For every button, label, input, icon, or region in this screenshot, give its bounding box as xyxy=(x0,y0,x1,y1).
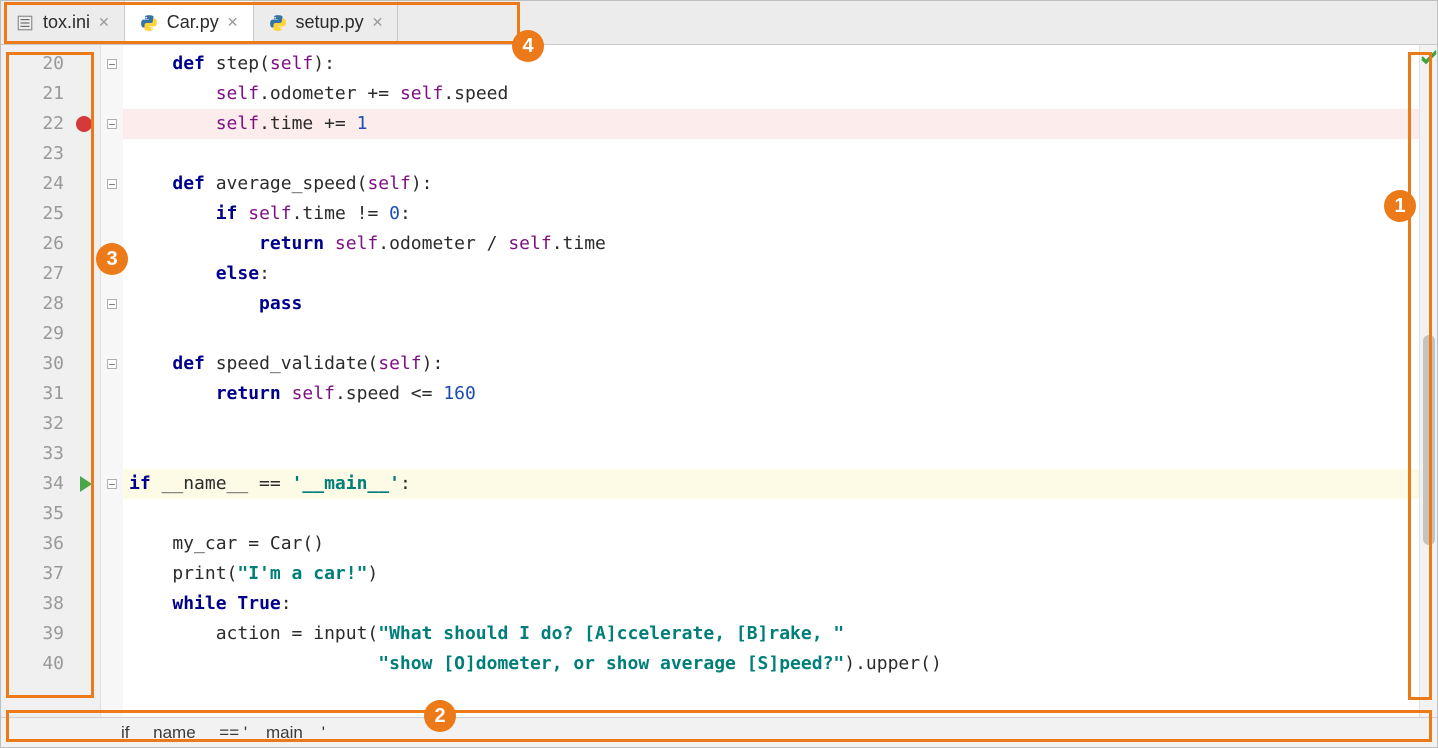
line-number[interactable]: 39 xyxy=(1,619,100,649)
line-number[interactable]: 27 xyxy=(1,259,100,289)
line-number[interactable]: 38 xyxy=(1,589,100,619)
code-line[interactable]: return self.speed <= 160 xyxy=(123,379,1419,409)
close-icon[interactable]: ✕ xyxy=(227,14,239,31)
code-line[interactable] xyxy=(123,409,1419,439)
code-line[interactable] xyxy=(123,499,1419,529)
code-line[interactable]: if self.time != 0: xyxy=(123,199,1419,229)
code-line[interactable]: my_car = Car() xyxy=(123,529,1419,559)
code-line[interactable]: def step(self): xyxy=(123,49,1419,79)
scrollbar-thumb[interactable] xyxy=(1423,335,1435,545)
fold-column[interactable] xyxy=(101,45,123,717)
line-number[interactable]: 26 xyxy=(1,229,100,259)
line-number[interactable]: 35 xyxy=(1,499,100,529)
code-line[interactable]: def average_speed(self): xyxy=(123,169,1419,199)
close-icon[interactable]: ✕ xyxy=(372,14,384,31)
line-number[interactable]: 36 xyxy=(1,529,100,559)
fold-toggle-icon[interactable] xyxy=(107,299,117,309)
line-number[interactable]: 22 xyxy=(1,109,100,139)
line-number[interactable]: 24 xyxy=(1,169,100,199)
line-number[interactable]: 29 xyxy=(1,319,100,349)
breakpoint-marker[interactable] xyxy=(76,116,92,132)
line-number[interactable]: 37 xyxy=(1,559,100,589)
code-line[interactable]: "show [O]dometer, or show average [S]pee… xyxy=(123,649,1419,679)
code-line[interactable]: def speed_validate(self): xyxy=(123,349,1419,379)
code-line[interactable] xyxy=(123,319,1419,349)
editor-tab[interactable]: Car.py ✕ xyxy=(125,1,254,44)
line-number[interactable]: 20 xyxy=(1,49,100,79)
line-number[interactable]: 40 xyxy=(1,649,100,679)
ide-editor-window: tox.ini✕Car.py✕setup.py✕ 202122232425262… xyxy=(0,0,1438,748)
fold-toggle-icon[interactable] xyxy=(107,179,117,189)
python-file-icon xyxy=(139,13,159,33)
python-file-icon xyxy=(268,13,288,33)
tab-label: setup.py xyxy=(296,12,364,33)
code-area[interactable]: def step(self): self.odometer += self.sp… xyxy=(123,45,1419,717)
code-line[interactable] xyxy=(123,139,1419,169)
code-line[interactable]: else: xyxy=(123,259,1419,289)
editor-tab[interactable]: tox.ini ✕ xyxy=(1,1,125,44)
code-line[interactable]: pass xyxy=(123,289,1419,319)
editor-area: 2021222324252627282930313233343536373839… xyxy=(1,45,1437,717)
close-icon[interactable]: ✕ xyxy=(98,14,110,31)
code-line[interactable]: print("I'm a car!") xyxy=(123,559,1419,589)
line-number[interactable]: 34 xyxy=(1,469,100,499)
line-number[interactable]: 28 xyxy=(1,289,100,319)
editor-tab[interactable]: setup.py ✕ xyxy=(254,1,399,44)
code-line[interactable]: return self.odometer / self.time xyxy=(123,229,1419,259)
inspection-ok-icon[interactable] xyxy=(1421,49,1437,65)
line-number[interactable]: 32 xyxy=(1,409,100,439)
code-line[interactable]: self.time += 1 xyxy=(123,109,1419,139)
line-number[interactable]: 31 xyxy=(1,379,100,409)
breadcrumb-text[interactable]: if __name__ == '__main__' xyxy=(121,723,325,743)
tab-label: Car.py xyxy=(167,12,219,33)
line-number[interactable]: 21 xyxy=(1,79,100,109)
tab-label: tox.ini xyxy=(43,12,90,33)
line-number[interactable]: 23 xyxy=(1,139,100,169)
validation-scroll-strip[interactable] xyxy=(1419,45,1437,717)
code-line[interactable]: self.odometer += self.speed xyxy=(123,79,1419,109)
ini-file-icon xyxy=(15,13,35,33)
code-line[interactable]: action = input("What should I do? [A]cce… xyxy=(123,619,1419,649)
fold-toggle-icon[interactable] xyxy=(107,479,117,489)
fold-toggle-icon[interactable] xyxy=(107,59,117,69)
code-line[interactable]: while True: xyxy=(123,589,1419,619)
line-number[interactable]: 30 xyxy=(1,349,100,379)
fold-toggle-icon[interactable] xyxy=(107,119,117,129)
fold-toggle-icon[interactable] xyxy=(107,359,117,369)
line-number[interactable]: 25 xyxy=(1,199,100,229)
line-number[interactable]: 33 xyxy=(1,439,100,469)
gutter[interactable]: 2021222324252627282930313233343536373839… xyxy=(1,45,101,717)
code-line[interactable]: if __name__ == '__main__': xyxy=(123,469,1419,499)
breadcrumb-bar[interactable]: if __name__ == '__main__' xyxy=(1,717,1437,747)
run-gutter-icon[interactable] xyxy=(80,476,92,492)
editor-tabs-bar: tox.ini ✕ Car.py ✕ setup.py ✕ xyxy=(1,1,1437,45)
code-line[interactable] xyxy=(123,439,1419,469)
